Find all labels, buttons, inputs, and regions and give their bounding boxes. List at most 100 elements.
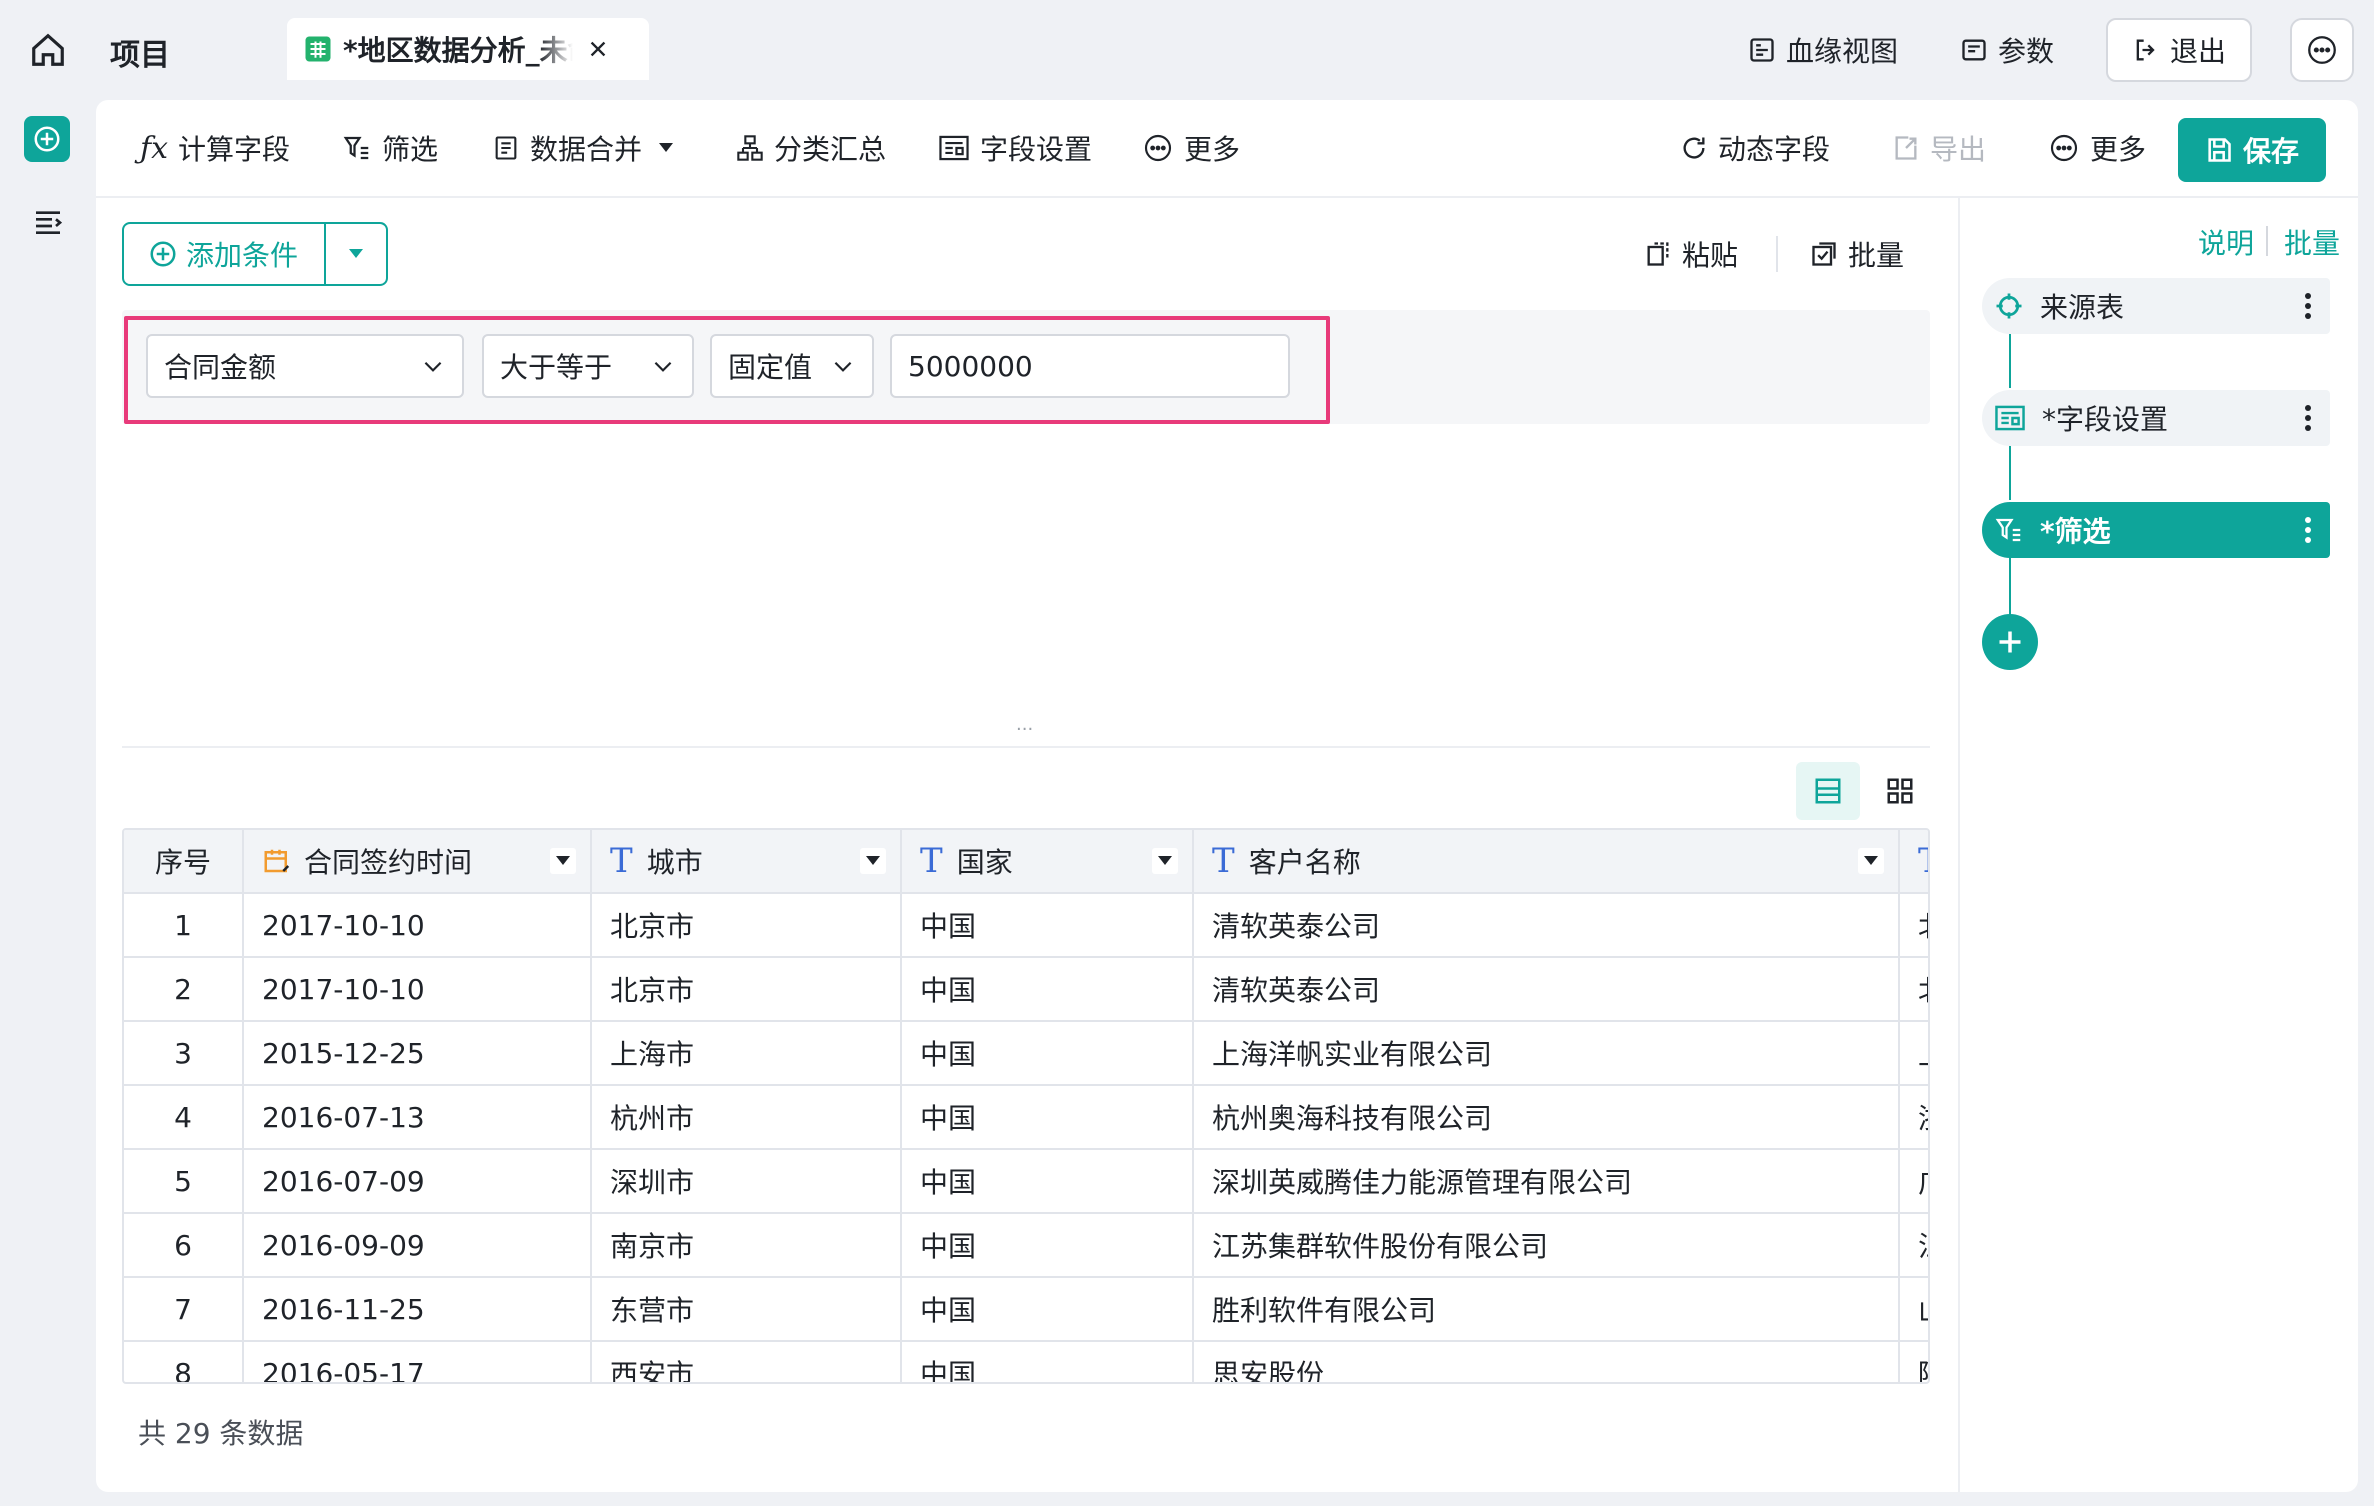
exit-button[interactable]: 退出 [2106,18,2252,82]
data-table: 序号 合同签约时间 T 城市 T 国家 T 客户名称 T 12017-10-10… [122,828,1930,1384]
home-icon[interactable] [26,28,70,72]
flow-connector [2009,334,2011,388]
table-row[interactable]: 22017-10-10北京市中国清软英泰公司北 [124,958,1928,1022]
group-summary-button[interactable]: 分类汇总 [736,100,886,196]
flow-step-source[interactable]: 来源表 [1982,278,2330,334]
save-label: 保存 [2242,135,2299,168]
table-row[interactable]: 72016-11-25东营市中国胜利软件有限公司山 [124,1278,1928,1342]
operator-select-value: 大于等于 [500,351,613,384]
table-view-button[interactable] [1796,762,1860,820]
more-left-button[interactable]: 更多 [1142,100,1240,196]
table-cell-date: 2016-07-13 [244,1086,592,1148]
outline-icon[interactable] [30,204,66,240]
table-cell-city: 北京市 [592,958,902,1020]
column-header-city[interactable]: T 城市 [592,830,902,892]
batch-button[interactable]: 批量 [1810,222,1904,286]
column-label: 序号 [154,846,211,879]
row-count: 共 29 条数据 [138,1417,304,1450]
kebab-icon[interactable] [2304,404,2312,432]
column-header-country[interactable]: T 国家 [902,830,1194,892]
more-right-button[interactable]: 更多 [2048,100,2146,196]
filter-label: 筛选 [382,133,439,166]
params-icon [1960,36,1988,64]
save-icon [2205,136,2233,164]
table-cell-extra: 浙 [1900,1086,1928,1148]
calc-field-button[interactable]: ƒx 计算字段 [140,100,290,196]
table-cell-country: 中国 [902,1022,1194,1084]
field-settings-button[interactable]: 字段设置 [938,100,1092,196]
table-cell-city: 杭州市 [592,1086,902,1148]
more-icon [1142,132,1174,164]
merge-button[interactable]: 数据合并 [492,100,674,196]
toolbar-divider [1776,236,1778,272]
column-menu-button[interactable] [1858,848,1884,874]
resize-handle[interactable]: ... [1016,714,1033,735]
operator-select[interactable]: 大于等于 [482,334,694,398]
grid-view-button[interactable] [1868,762,1932,820]
kebab-icon[interactable] [2304,516,2312,544]
export-button[interactable]: 导出 [1892,100,1986,196]
value-type-select[interactable]: 固定值 [710,334,874,398]
column-menu-button[interactable] [860,848,886,874]
table-cell-customer: 杭州奥海科技有限公司 [1194,1086,1900,1148]
help-link[interactable]: 说明 [2198,222,2254,262]
field-select[interactable]: 合同金额 [146,334,464,398]
table-row[interactable]: 52016-07-09深圳市中国深圳英威腾佳力能源管理有限公司广 [124,1150,1928,1214]
table-row[interactable]: 82016-05-17西安市中国思安股份陕 [124,1342,1928,1382]
table-cell-customer: 江苏集群软件股份有限公司 [1194,1214,1900,1276]
column-header-customer[interactable]: T 客户名称 [1194,830,1900,892]
params-button[interactable]: 参数 [1960,26,2054,74]
table-cell-extra: 山 [1900,1278,1928,1340]
add-condition-main[interactable]: 添加条件 [124,224,326,284]
tab-document[interactable]: *地区数据分析_未命名 [287,18,649,80]
add-condition-button[interactable]: 添加条件 [122,222,388,286]
lineage-view-button[interactable]: 血缘视图 [1748,26,1898,74]
filter-button[interactable]: 筛选 [342,100,438,196]
paste-label: 粘贴 [1682,239,1739,272]
table-cell-extra: 北 [1900,894,1928,956]
table-cell-customer: 深圳英威腾佳力能源管理有限公司 [1194,1150,1900,1212]
table-row[interactable]: 12017-10-10北京市中国清软英泰公司北 [124,894,1928,958]
save-button[interactable]: 保存 [2178,118,2326,182]
value-input-text: 5000000 [908,349,1033,383]
kebab-icon[interactable] [2304,292,2312,320]
text-type-icon: T [610,841,633,881]
close-icon[interactable] [587,38,609,60]
table-row[interactable]: 42016-07-13杭州市中国杭州奥海科技有限公司浙 [124,1086,1928,1150]
pane-splitter[interactable] [122,746,1930,748]
add-step-button[interactable] [1982,614,2038,670]
top-more-button[interactable] [2290,18,2354,82]
table-cell-city: 深圳市 [592,1150,902,1212]
table-cell-n: 8 [124,1342,244,1382]
field-settings-icon [1994,404,2026,432]
table-cell-country: 中国 [902,1278,1194,1340]
table-cell-city: 北京市 [592,894,902,956]
chevron-down-icon [420,353,446,379]
hierarchy-icon [736,134,764,162]
table-row[interactable]: 32015-12-25上海市中国上海洋帆实业有限公司上 [124,1022,1928,1086]
value-type-select-value: 固定值 [728,351,813,384]
dynamic-field-button[interactable]: 动态字段 [1680,100,1830,196]
column-header-date[interactable]: 合同签约时间 [244,830,592,892]
more-right-label: 更多 [2090,133,2147,166]
paste-button[interactable]: 粘贴 [1644,222,1738,286]
flow-step-filter[interactable]: *筛选 [1982,502,2330,558]
batch-icon [1810,240,1838,268]
add-rail-button[interactable] [24,116,70,162]
flow-batch-link[interactable]: 批量 [2284,222,2340,262]
column-menu-button[interactable] [1152,848,1178,874]
add-condition-dropdown[interactable] [326,248,386,260]
project-label[interactable]: 项目 [110,30,170,74]
chevron-down-icon [650,353,676,379]
table-row[interactable]: 62016-09-09南京市中国江苏集群软件股份有限公司江 [124,1214,1928,1278]
column-menu-button[interactable] [550,848,576,874]
value-input[interactable]: 5000000 [890,334,1290,398]
table-cell-city: 上海市 [592,1022,902,1084]
flow-step-field-settings[interactable]: *字段设置 [1982,390,2330,446]
fx-icon: ƒx [140,130,169,166]
table-cell-date: 2016-11-25 [244,1278,592,1340]
table-cell-extra: 上 [1900,1022,1928,1084]
table-cell-country: 中国 [902,958,1194,1020]
table-cell-extra: 北 [1900,958,1928,1020]
tab-title: *地区数据分析_未命名 [343,34,573,67]
